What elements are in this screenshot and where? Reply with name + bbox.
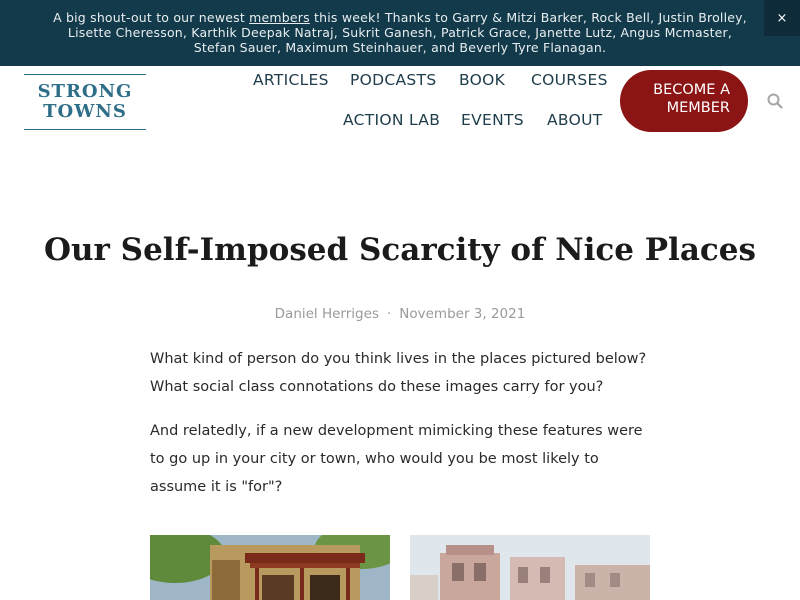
nav-item-podcasts[interactable]: PODCASTS bbox=[350, 71, 436, 89]
strong-towns-logo[interactable]: STRONG TOWNS bbox=[24, 74, 146, 130]
logo-line-1: STRONG bbox=[37, 81, 133, 102]
article-meta: Daniel Herriges · November 3, 2021 bbox=[0, 306, 800, 322]
site-header: STRONG TOWNS ARTICLES PODCASTS BOOK COUR… bbox=[0, 66, 800, 146]
cta-line-2: MEMBER bbox=[666, 100, 730, 116]
nav-item-courses[interactable]: COURSES bbox=[531, 71, 608, 89]
announcement-bar: A big shout-out to our newest members th… bbox=[0, 0, 800, 66]
nav-item-action-lab[interactable]: ACTION LAB bbox=[343, 111, 440, 129]
article-photo-porch bbox=[150, 535, 390, 600]
nav-item-events[interactable]: EVENTS bbox=[461, 111, 524, 129]
nav-item-about[interactable]: ABOUT bbox=[547, 111, 602, 129]
close-announcement-button[interactable]: × bbox=[764, 0, 800, 36]
announcement-text-start: A big shout-out to our newest bbox=[53, 10, 250, 25]
publish-date: November 3, 2021 bbox=[399, 306, 526, 322]
article-title: Our Self-Imposed Scarcity of Nice Places bbox=[44, 232, 756, 268]
search-icon[interactable] bbox=[766, 92, 784, 110]
nav-item-book[interactable]: BOOK bbox=[459, 71, 505, 89]
meta-separator: · bbox=[386, 306, 392, 322]
nav-item-articles[interactable]: ARTICLES bbox=[253, 71, 329, 89]
article-photo-rowhouses bbox=[410, 535, 650, 600]
become-member-button[interactable]: BECOME A MEMBER bbox=[620, 70, 748, 132]
members-link[interactable]: members bbox=[249, 10, 310, 25]
author-link[interactable]: Daniel Herriges bbox=[275, 306, 379, 322]
article-paragraph-1: What kind of person do you think lives i… bbox=[150, 351, 647, 395]
article-paragraph-2: And relatedly, if a new development mimi… bbox=[150, 423, 643, 495]
cta-line-1: BECOME A bbox=[653, 82, 730, 98]
close-icon: × bbox=[776, 10, 788, 26]
logo-line-2: TOWNS bbox=[43, 101, 127, 122]
